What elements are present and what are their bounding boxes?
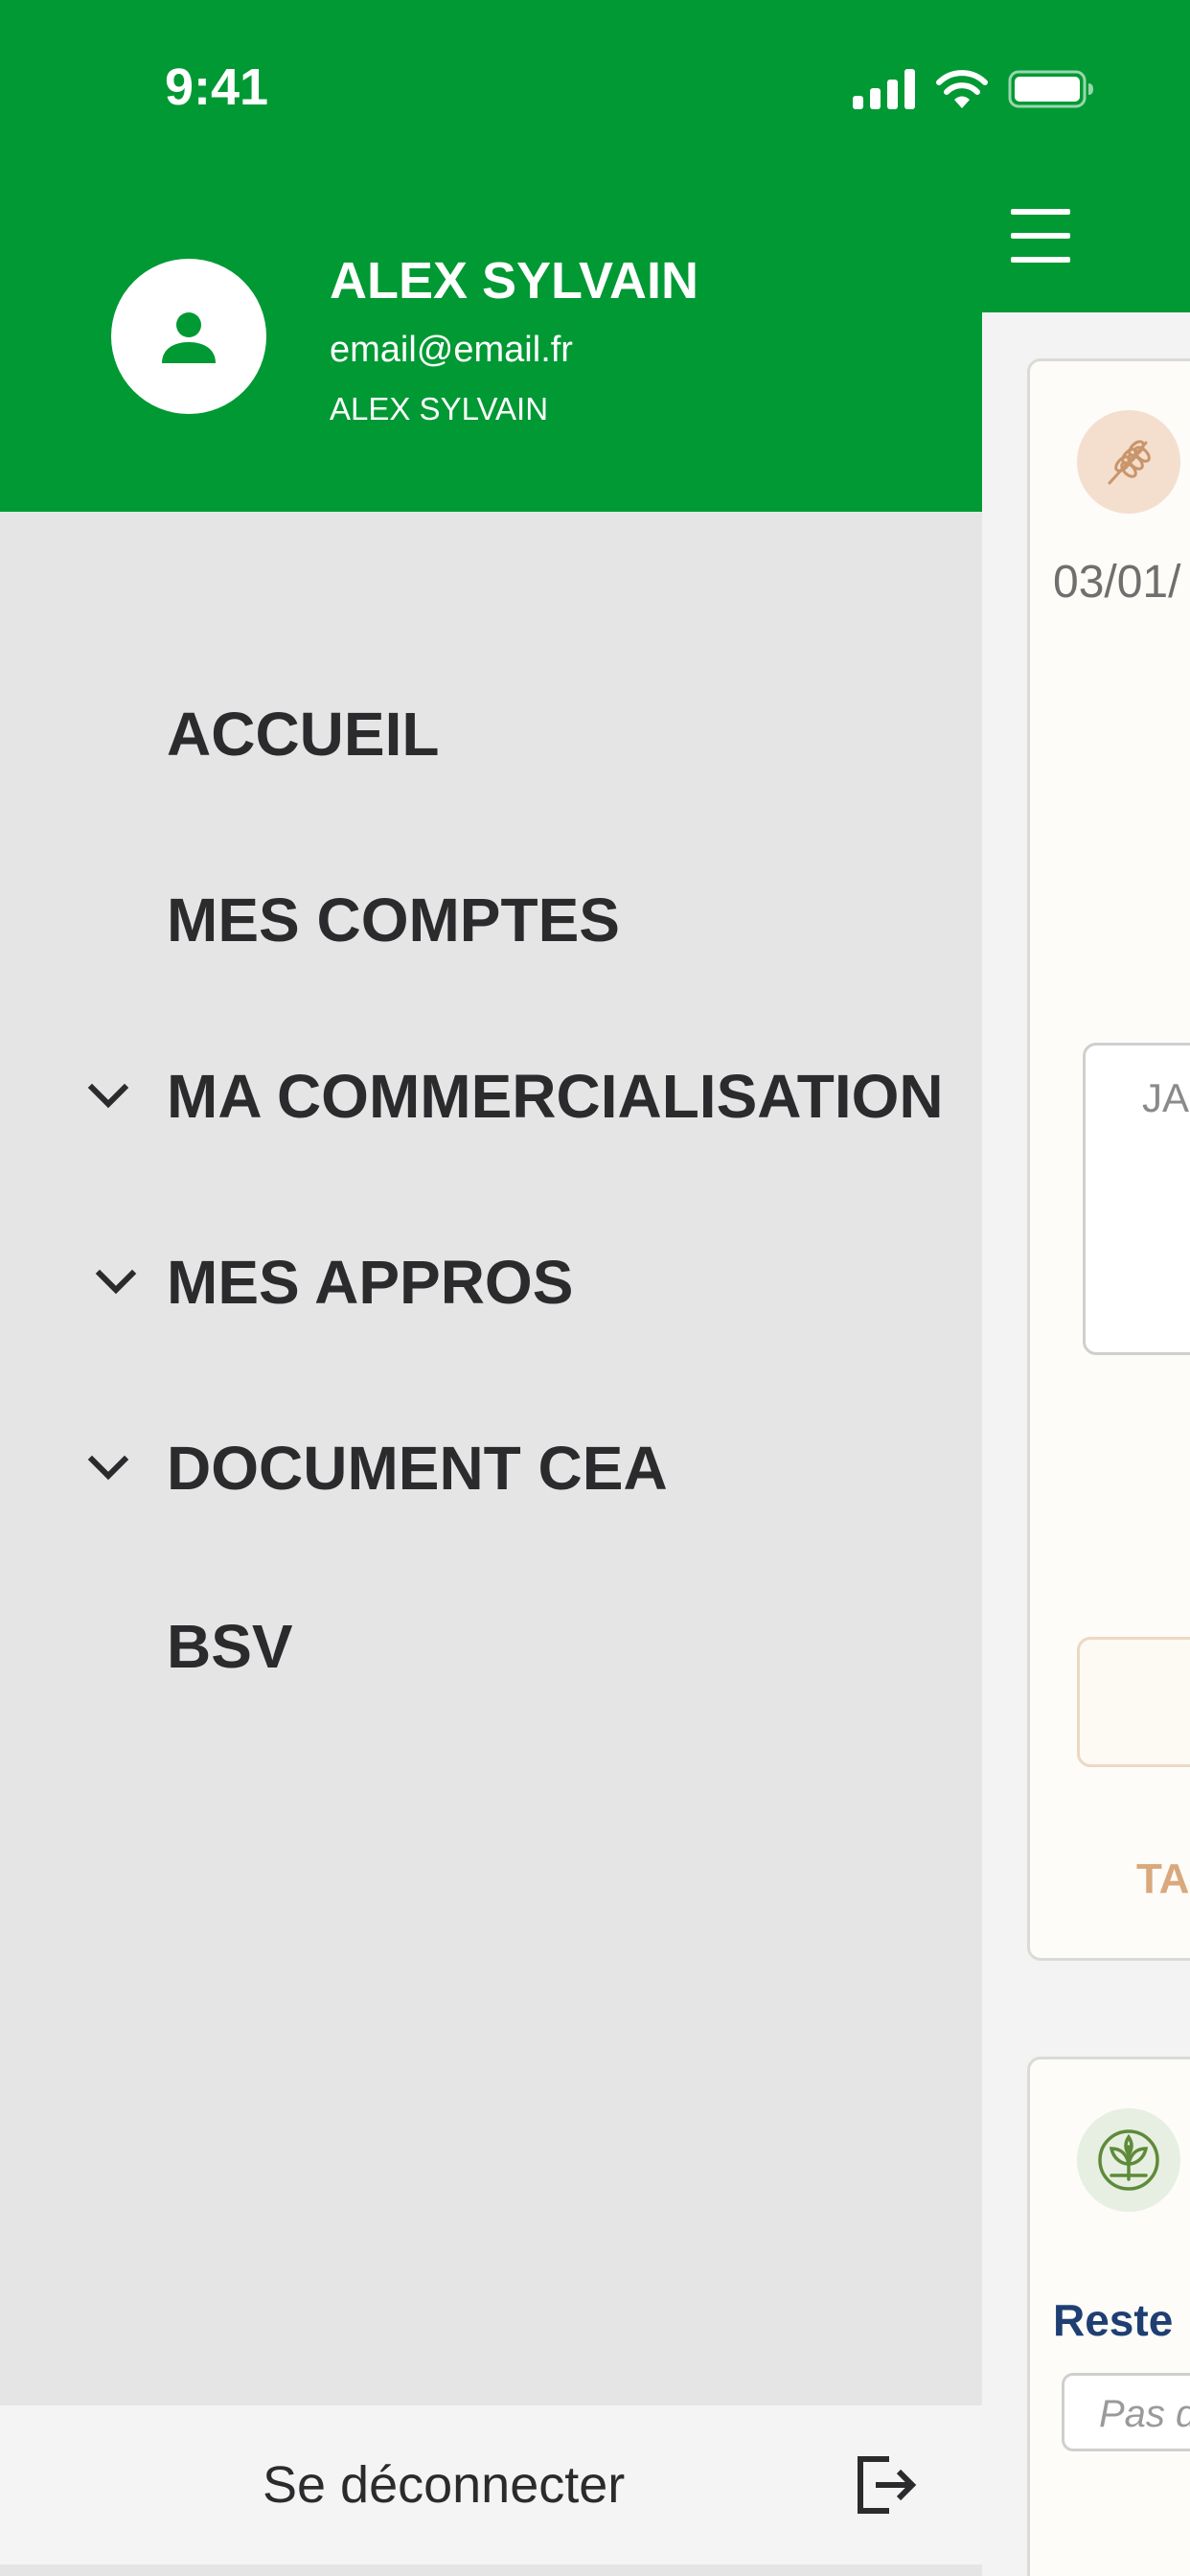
person-icon bbox=[162, 312, 216, 363]
card-link[interactable]: TA bbox=[1136, 1855, 1189, 1903]
card-date: 03/01/ bbox=[1053, 557, 1181, 608]
menu-item-mes-appros[interactable]: MES APPROS bbox=[0, 1234, 982, 1330]
chevron-down-icon bbox=[87, 1455, 129, 1481]
menu-item-label: DOCUMENT CEA bbox=[167, 1434, 668, 1503]
plant-icon bbox=[1077, 2108, 1180, 2212]
card-action-box[interactable] bbox=[1077, 1637, 1190, 1767]
hamburger-icon[interactable] bbox=[1011, 209, 1070, 263]
card-month-label: JA bbox=[1142, 1075, 1190, 1120]
chevron-down-icon bbox=[87, 1083, 129, 1109]
avatar[interactable] bbox=[111, 259, 266, 414]
remaining-input[interactable]: Pas d bbox=[1062, 2373, 1190, 2451]
navigation-drawer: ALEX SYLVAIN email@email.fr ALEX SYLVAIN… bbox=[0, 0, 982, 2576]
menu-item-accueil[interactable]: ACCUEIL bbox=[0, 686, 982, 782]
chevron-down-icon bbox=[95, 1269, 137, 1295]
menu-item-label: ACCUEIL bbox=[167, 700, 440, 769]
menu-item-label: MES APPROS bbox=[167, 1248, 574, 1317]
battery-icon bbox=[1008, 70, 1093, 108]
user-subtitle: ALEX SYLVAIN bbox=[330, 391, 549, 426]
status-time: 9:41 bbox=[165, 58, 269, 116]
wheat-icon bbox=[1077, 410, 1180, 514]
menu-item-mes-comptes[interactable]: MES COMPTES bbox=[0, 872, 982, 968]
status-icons bbox=[853, 67, 1094, 109]
logout-label: Se déconnecter bbox=[263, 2456, 626, 2514]
logout-button[interactable]: Se déconnecter bbox=[0, 2405, 982, 2564]
wifi-icon bbox=[936, 70, 988, 108]
menu-item-ma-commercialisation[interactable]: MA COMMERCIALISATION bbox=[0, 1048, 982, 1144]
logout-icon bbox=[858, 2456, 917, 2514]
drawer-header: ALEX SYLVAIN email@email.fr ALEX SYLVAIN bbox=[0, 0, 982, 512]
menu-item-document-cea[interactable]: DOCUMENT CEA bbox=[0, 1420, 982, 1516]
signal-icon bbox=[853, 69, 915, 109]
menu-item-label: MA COMMERCIALISATION bbox=[167, 1062, 944, 1131]
user-name: ALEX SYLVAIN bbox=[330, 252, 699, 310]
card-title: Reste bbox=[1053, 2295, 1174, 2345]
menu-item-bsv[interactable]: BSV bbox=[0, 1598, 982, 1694]
user-email: email@email.fr bbox=[330, 330, 573, 370]
menu-item-label: MES COMPTES bbox=[167, 886, 620, 954]
menu-item-label: BSV bbox=[167, 1612, 293, 1681]
